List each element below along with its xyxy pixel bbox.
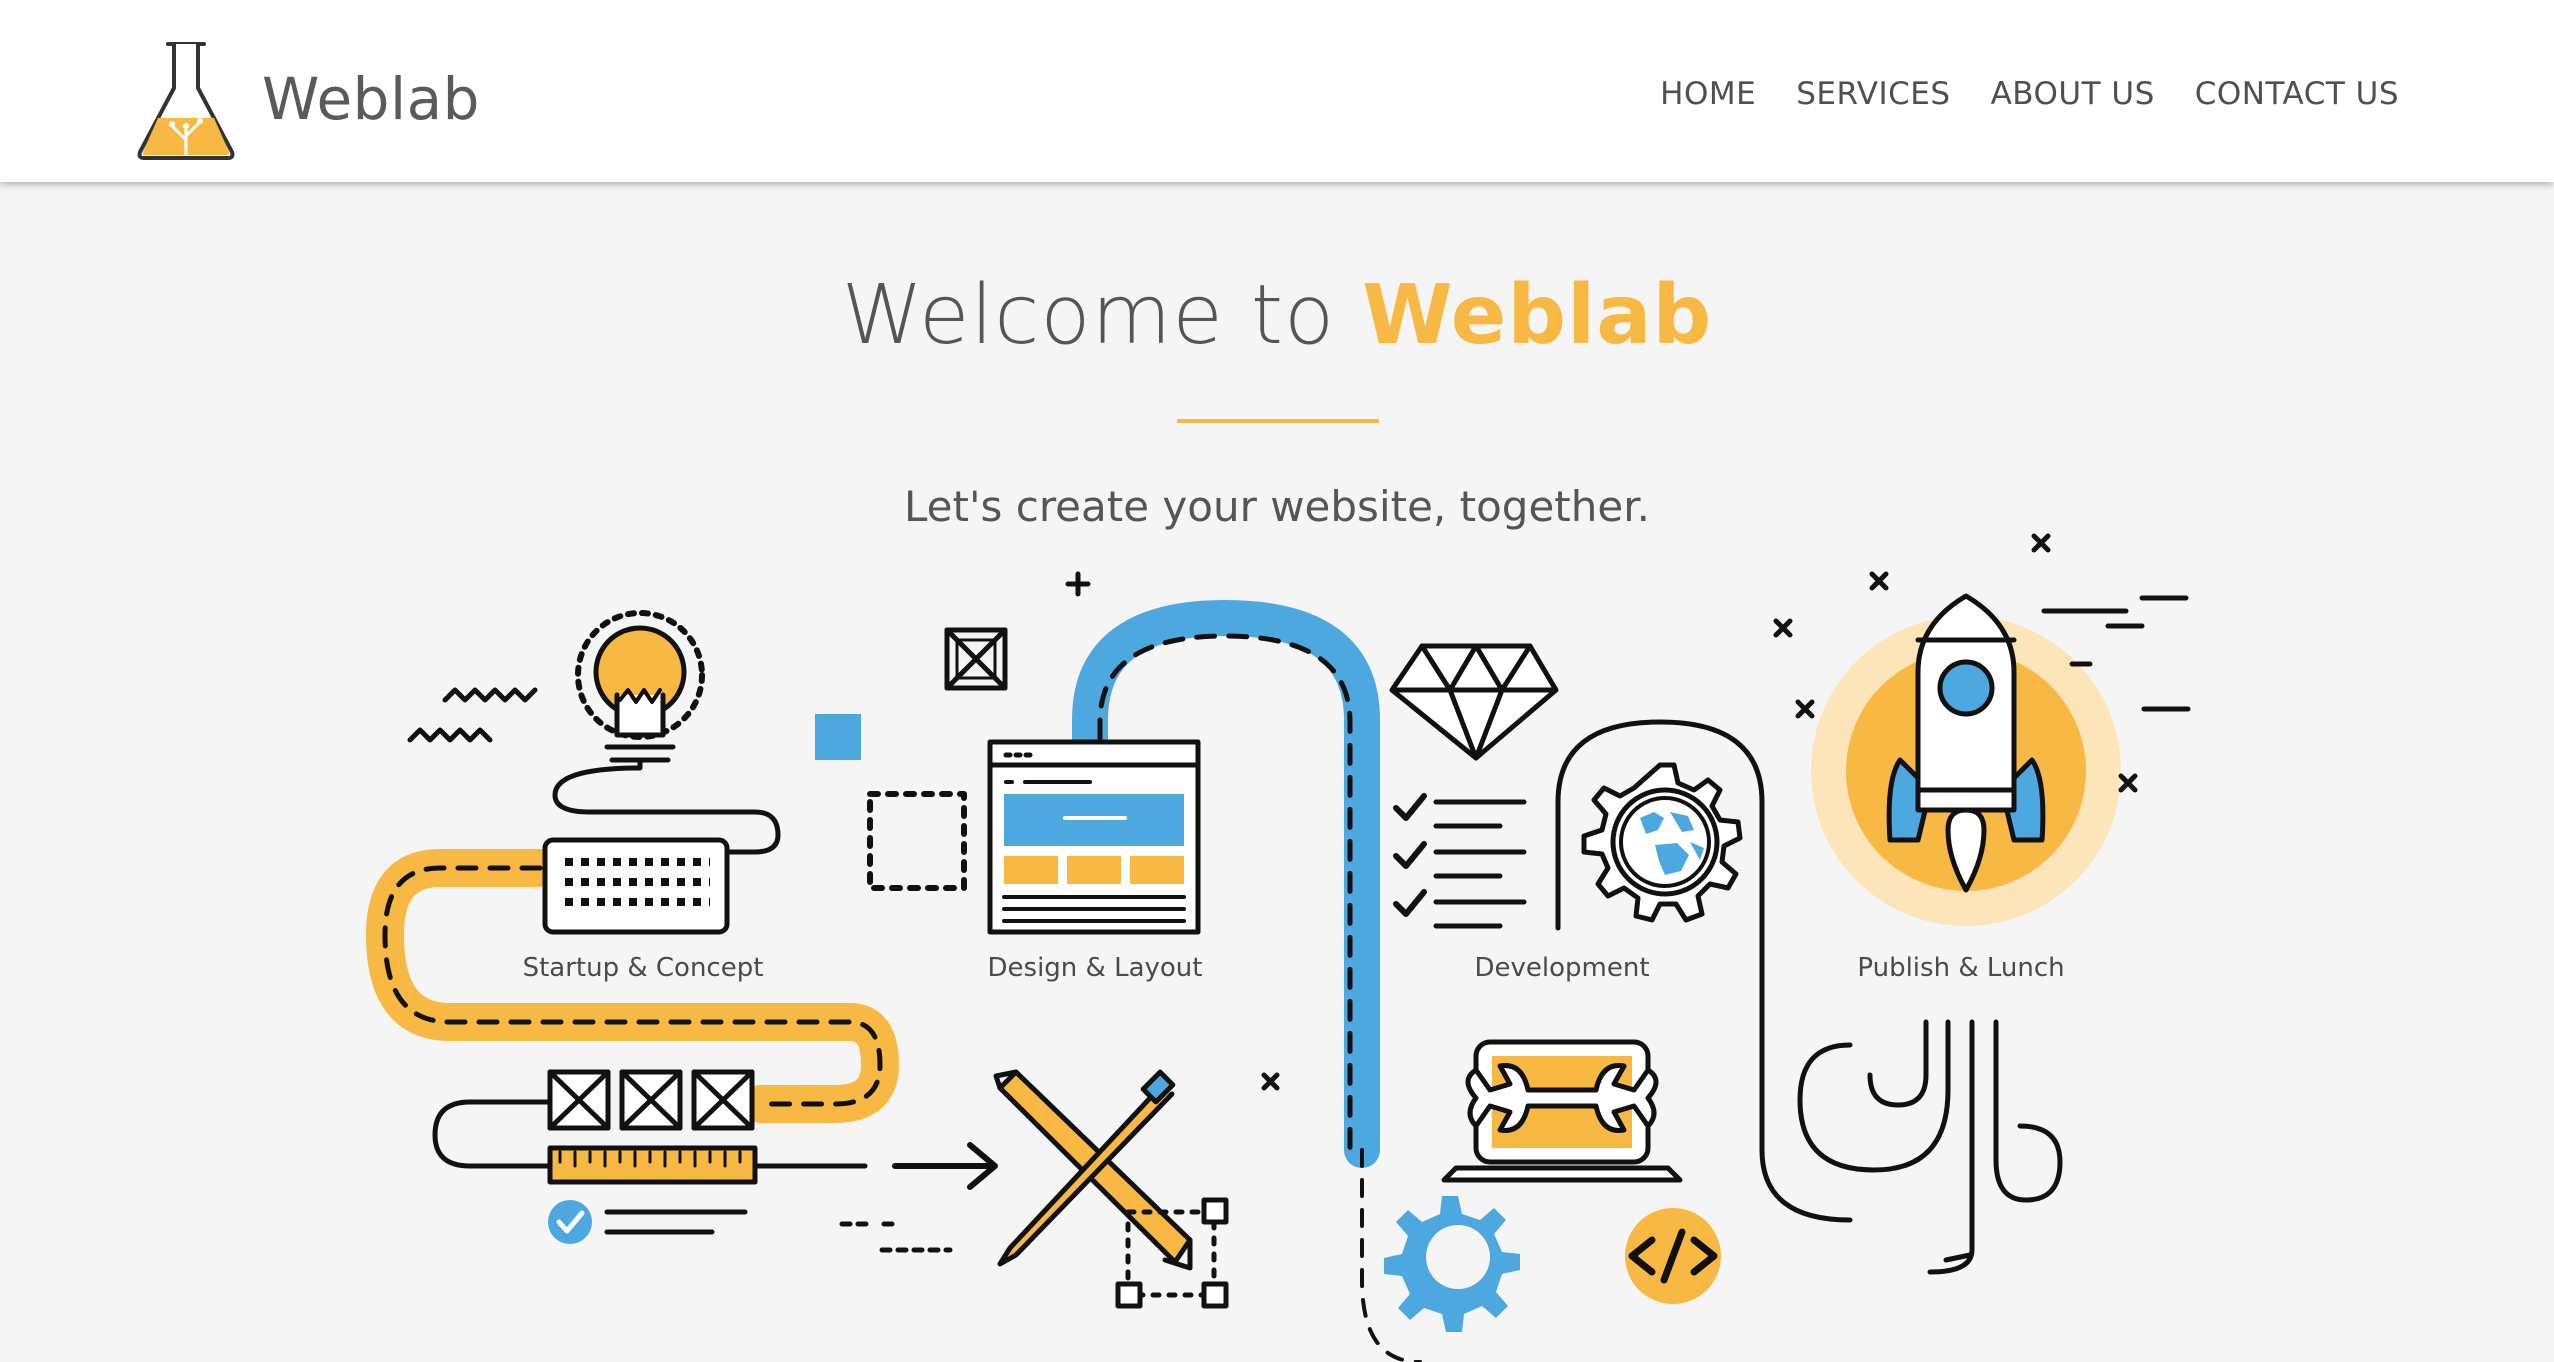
rocket-icon [1811,593,2121,926]
brand-link[interactable]: Weblab [136,36,480,162]
squiggle-decor [407,687,538,743]
main-nav: HOME SERVICES ABOUT US CONTACT US [1620,76,2399,112]
nav-about-us[interactable]: ABOUT US [1991,76,2155,112]
dotted-selection-decor [867,791,967,891]
nav-home[interactable]: HOME [1660,76,1756,112]
navbar: Weblab HOME SERVICES ABOUT US CONTACT US [0,0,2554,182]
laptop-wrench-icon [1441,1039,1683,1183]
checklist-icon [1393,793,1527,929]
brand-name: Weblab [262,65,480,133]
stage-label-design: Design & Layout [988,953,1203,983]
blue-square-decor [815,714,861,760]
blue-road [1072,600,1422,1362]
plus-decor [1065,571,1091,597]
blue-gear-icon [1384,1196,1520,1332]
crossed-box-icon [944,627,1008,691]
flask-icon [137,42,235,160]
pencil-ruler-icon [993,1069,1193,1271]
arrow-right-icon [892,1142,998,1190]
globe-gear-icon [1581,762,1743,923]
nav-contact-us[interactable]: CONTACT US [2195,76,2399,112]
crossed-boxes-icon [547,1069,755,1131]
dashed-lines-decor [839,1221,953,1253]
code-badge-icon [1625,1208,1721,1304]
stage-label-startup: Startup & Concept [523,953,764,983]
cable-loops-decor [1797,1019,2063,1275]
nav-services[interactable]: SERVICES [1796,76,1950,112]
stage-label-publish: Publish & Lunch [1857,953,2064,983]
process-illustration: Startup & Concept Design & Layout Develo… [366,533,2191,1362]
keyboard-icon [542,837,730,935]
stage-label-development: Development [1474,953,1649,983]
ruler-icon [547,1145,758,1185]
diamond-icon [1389,643,1559,761]
ruler-cable [432,1099,553,1169]
browser-layout-icon [987,739,1201,935]
lightbulb-icon [575,610,705,763]
check-circle-icon [548,1200,592,1244]
